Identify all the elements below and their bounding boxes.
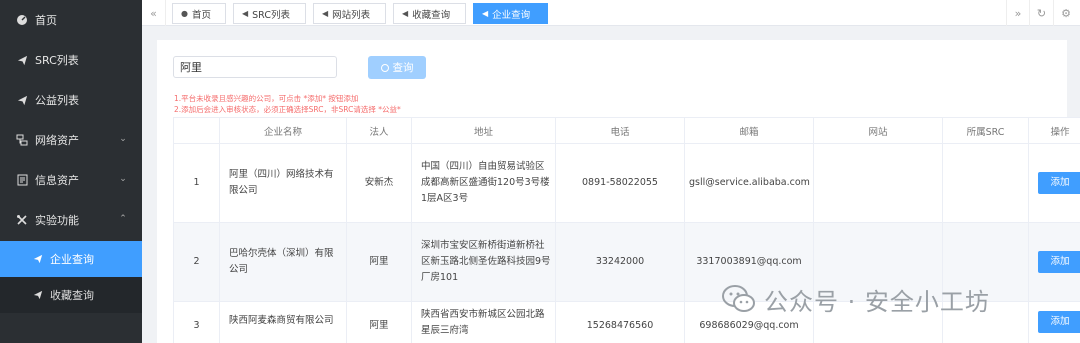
column-header (173, 117, 220, 144)
sidebar-item-info-assets[interactable]: 信息资产 ⌄ (0, 160, 142, 200)
chevron-down-icon: ⌄ (119, 134, 127, 144)
sidebar-item-label: 公益列表 (35, 94, 79, 107)
chevron-down-icon: ⌄ (119, 174, 127, 184)
row-index: 3 (173, 301, 220, 343)
watermark: 公众号 · 安全小工坊 (722, 282, 1052, 316)
tools-icon (15, 213, 29, 227)
scroll-left-icon[interactable]: « (142, 0, 166, 26)
column-header: 地址 (411, 117, 556, 144)
sidebar-item-experimental[interactable]: 实验功能 ⌃ (0, 200, 142, 240)
column-header: 操作 (1028, 117, 1080, 144)
legal-person: 阿里 (346, 222, 412, 302)
row-index: 1 (173, 143, 220, 223)
column-header: 网站 (813, 117, 943, 144)
tab-site-list[interactable]: ◀ 网站列表 (313, 3, 386, 24)
tab-src-list[interactable]: ◀ SRC列表 (233, 3, 306, 24)
row-index: 2 (173, 222, 220, 302)
send-icon: ◀ (402, 9, 409, 18)
email: gsll@service.alibaba.com (684, 143, 814, 223)
column-header: 企业名称 (219, 117, 347, 144)
address: 中国（四川）自由贸易试验区成都高新区盛通街120号3号楼1层A区3号 (411, 143, 556, 223)
tab-company-search[interactable]: ◀ 企业查询 (473, 3, 548, 24)
phone: 0891-58022055 (555, 143, 685, 223)
send-icon (32, 253, 44, 265)
company-name: 阿里（四川）网络技术有限公司 (219, 143, 347, 223)
column-header: 法人 (346, 117, 412, 144)
watermark-text: 公众号 · 安全小工坊 (764, 287, 990, 316)
company-name: 巴哈尔壳体（深圳）有限公司 (219, 222, 347, 302)
sidebar-subitem-favorites-search[interactable]: 收藏查询 (0, 277, 142, 313)
send-icon: ◀ (322, 9, 329, 18)
send-icon: ◀ (482, 9, 489, 18)
sidebar-subitem-label: 收藏查询 (50, 289, 94, 302)
address: 深圳市宝安区新桥街道新桥社区新玉路北侧圣佐路科技园9号厂房101 (411, 222, 556, 302)
table-row: 1 阿里（四川）网络技术有限公司 安新杰 中国（四川）自由贸易试验区成都高新区盛… (173, 143, 1080, 223)
scroll-right-icon[interactable]: » (1006, 0, 1030, 26)
address: 陕西省西安市新城区公园北路星辰三府湾 (411, 301, 556, 343)
phone: 33242000 (555, 222, 685, 302)
column-header: 电话 (555, 117, 685, 144)
sidebar-item-label: 信息资产 (35, 174, 79, 187)
sidebar-item-home[interactable]: 首页 (0, 0, 142, 40)
sidebar-item-label: 网络资产 (35, 134, 79, 147)
company-name: 陕西阿麦森商贸有限公司 (219, 301, 347, 343)
sidebar: 首页 SRC列表 公益列表 网络资产 ⌄ 信息资产 ⌄ 实验功能 ⌃ 企业查询 … (0, 0, 142, 343)
tab-favorites-search[interactable]: ◀ 收藏查询 (393, 3, 466, 24)
search-button[interactable]: 查询 (368, 56, 426, 79)
sidebar-subitem-label: 企业查询 (50, 253, 94, 266)
document-icon (15, 173, 29, 187)
dashboard-icon: ● (181, 9, 188, 18)
send-icon: ◀ (242, 9, 249, 18)
send-icon (32, 289, 44, 301)
column-header: 所属SRC (942, 117, 1029, 144)
chevron-up-icon: ⌃ (119, 214, 127, 224)
search-icon (380, 63, 389, 72)
src (942, 143, 1029, 223)
sidebar-item-public-list[interactable]: 公益列表 (0, 80, 142, 120)
sidebar-item-label: SRC列表 (35, 54, 79, 67)
search-input[interactable] (173, 56, 337, 78)
tabs-bar: « ● 首页 ◀ SRC列表 ◀ 网站列表 ◀ 收藏查询 ◀ 企业查询 » ↻ … (142, 0, 1080, 26)
network-icon (15, 133, 29, 147)
tab-home[interactable]: ● 首页 (172, 3, 226, 24)
notice-line: 1.平台未收录且感兴趣的公司，可点击 *添加* 按钮添加 (174, 94, 359, 103)
table-header: 企业名称 法人 地址 电话 邮箱 网站 所属SRC 操作 (173, 117, 1080, 144)
send-icon (15, 93, 29, 107)
dashboard-icon (15, 13, 29, 27)
send-icon (15, 53, 29, 67)
actions-cell: 添加 (1028, 143, 1080, 223)
sidebar-item-label: 实验功能 (35, 214, 79, 227)
sidebar-subitem-company-search[interactable]: 企业查询 (0, 241, 142, 277)
settings-icon[interactable]: ⚙ (1054, 0, 1078, 26)
legal-person: 阿里 (346, 301, 412, 343)
phone: 15268476560 (555, 301, 685, 343)
add-button[interactable]: 添加 (1038, 251, 1080, 273)
notice-line: 2.添加后会进入审核状态，必须正确选择SRC，非SRC请选择 *公益* (174, 105, 401, 114)
legal-person: 安新杰 (346, 143, 412, 223)
column-header: 邮箱 (684, 117, 814, 144)
wechat-icon (722, 284, 756, 314)
website (813, 143, 943, 223)
sidebar-item-label: 首页 (35, 14, 57, 27)
sidebar-item-src-list[interactable]: SRC列表 (0, 40, 142, 80)
add-button[interactable]: 添加 (1038, 172, 1080, 194)
refresh-icon[interactable]: ↻ (1030, 0, 1054, 26)
sidebar-item-network-assets[interactable]: 网络资产 ⌄ (0, 120, 142, 160)
